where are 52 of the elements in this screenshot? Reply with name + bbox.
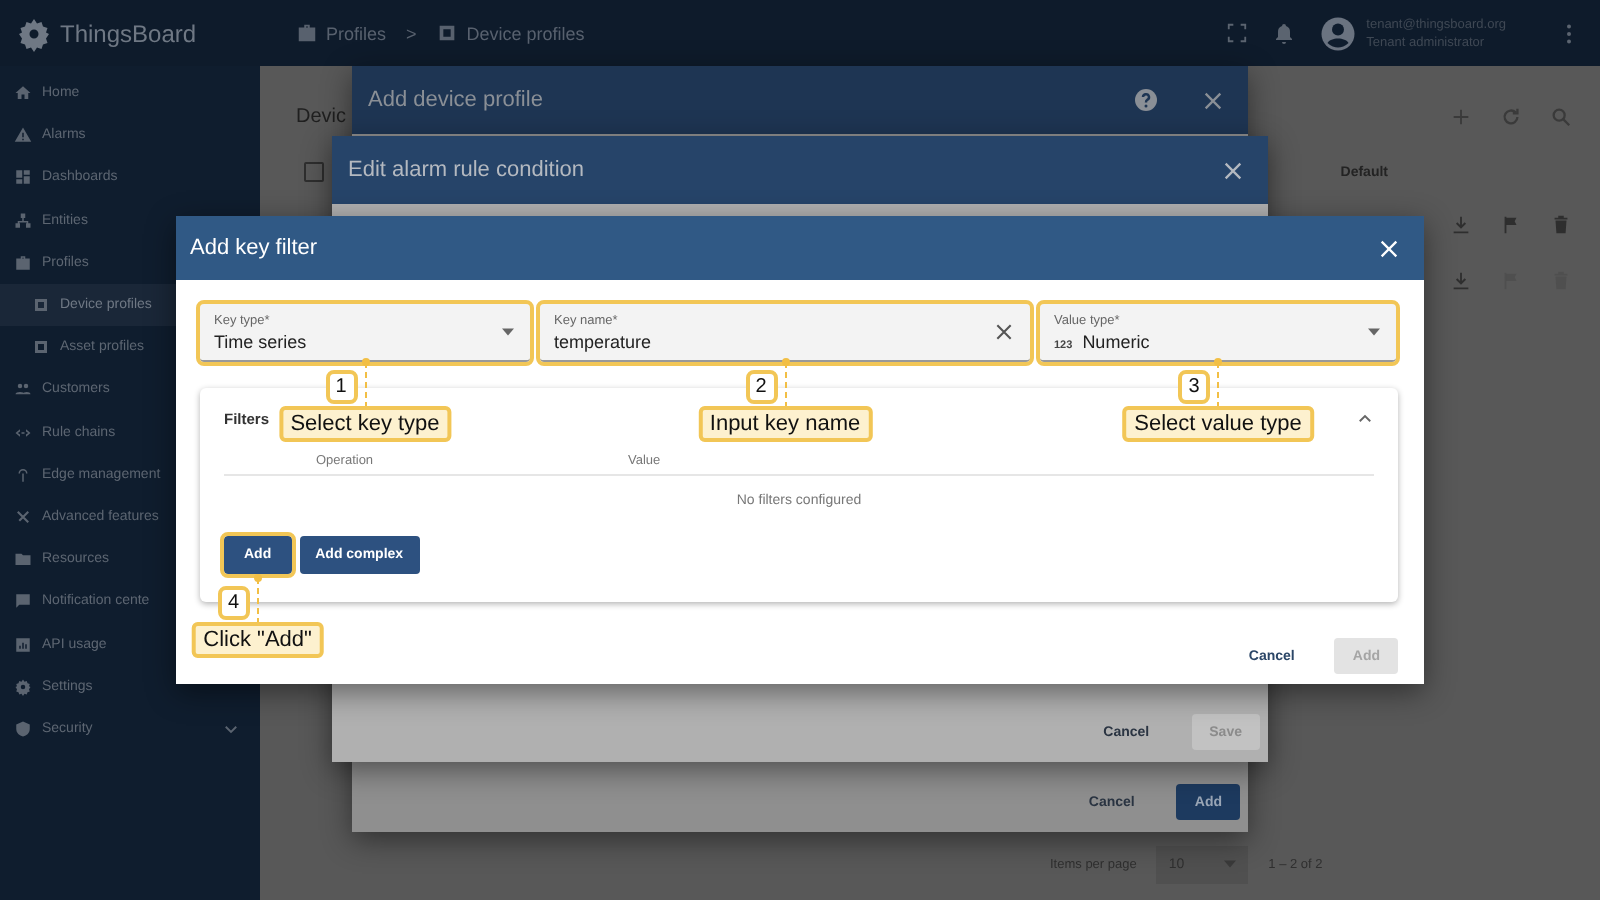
shield-icon — [14, 719, 32, 738]
callout-label: Click "Add" — [191, 622, 324, 658]
warning-icon — [14, 126, 32, 145]
antenna-icon — [14, 465, 32, 484]
step-number: 1 — [325, 370, 357, 404]
gear-icon — [14, 677, 32, 696]
callout-label: Input key name — [697, 406, 873, 442]
caret-icon — [1368, 328, 1380, 336]
step-number: 2 — [745, 370, 777, 404]
help-icon[interactable] — [1134, 88, 1158, 112]
folder-icon — [14, 550, 32, 569]
dialog-title: Edit alarm rule condition — [348, 158, 585, 182]
briefcase-icon — [14, 253, 32, 272]
checkbox[interactable] — [304, 162, 324, 182]
message-icon — [14, 592, 32, 611]
more-icon[interactable] — [1566, 23, 1572, 43]
leader-line — [253, 574, 262, 622]
leader-line — [361, 358, 369, 406]
search-icon[interactable] — [1550, 105, 1572, 127]
callout-label: Select value type — [1122, 406, 1314, 442]
close-icon[interactable] — [1202, 89, 1224, 111]
trash-icon[interactable] — [1550, 213, 1572, 235]
chevron-icon[interactable] — [1356, 409, 1374, 427]
flag-icon[interactable] — [1500, 213, 1522, 235]
nodes-icon — [14, 211, 32, 230]
briefcase-icon — [296, 22, 318, 44]
gear-logo-icon — [16, 15, 52, 51]
breadcrumb-current: Device profiles — [466, 23, 585, 43]
grid-icon — [14, 168, 32, 187]
breadcrumb-link[interactable]: Profiles — [326, 23, 387, 43]
download-icon[interactable] — [1450, 213, 1472, 235]
bell-icon[interactable] — [1272, 21, 1297, 45]
chart-icon — [14, 635, 32, 654]
avatar-icon[interactable] — [1320, 15, 1357, 51]
dialog-title: Add key filter — [190, 236, 318, 260]
caret-icon — [502, 328, 514, 336]
download-icon[interactable] — [1450, 269, 1472, 291]
plus-icon[interactable] — [1450, 105, 1472, 127]
page-title: Devic — [296, 105, 347, 127]
refresh-icon[interactable] — [1500, 105, 1522, 127]
callout-label: Select key type — [278, 406, 452, 442]
fullscreen-icon[interactable] — [1226, 22, 1249, 44]
breadcrumb-separator: > — [406, 23, 417, 43]
dialog-title: Add device profile — [368, 88, 543, 112]
clear-icon[interactable] — [994, 322, 1014, 342]
step-number: 4 — [217, 586, 250, 620]
leader-line — [1214, 358, 1222, 406]
close-icon[interactable] — [1222, 159, 1244, 181]
logo-text: ThingsBoard — [60, 19, 197, 47]
step-number: 3 — [1178, 370, 1210, 404]
leader-line — [781, 358, 789, 406]
house-icon — [14, 84, 32, 103]
